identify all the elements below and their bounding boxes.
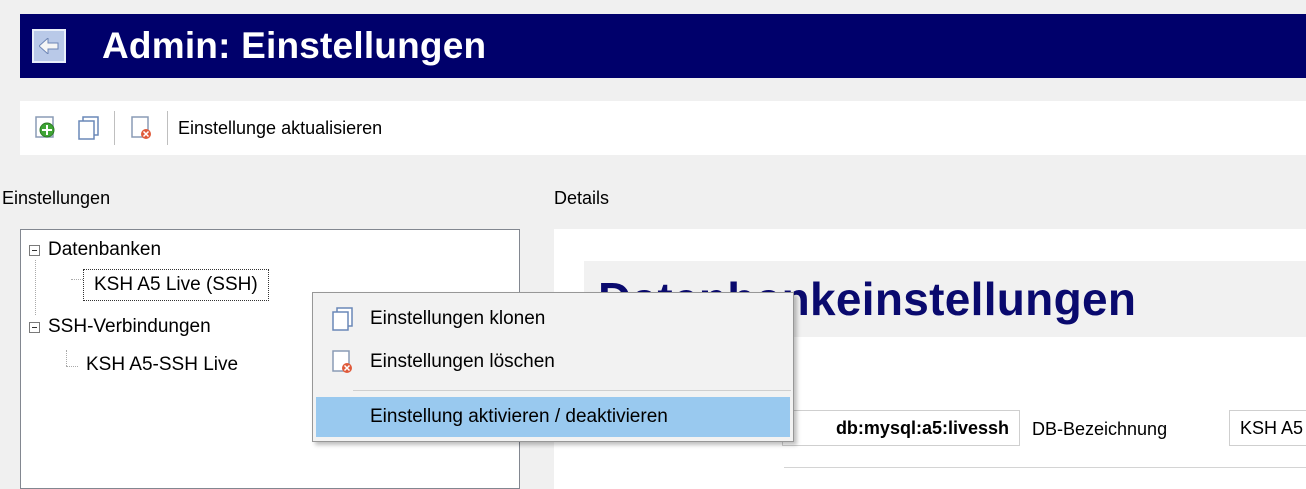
toolbar-separator xyxy=(114,111,115,145)
connection-id-field[interactable]: db:mysql:a5:livessh xyxy=(782,410,1020,446)
menu-item-label: Einstellungen löschen xyxy=(370,351,555,372)
tree-node-ksh-a5-ssh-live[interactable]: KSH A5-SSH Live xyxy=(86,352,238,378)
tree-connector xyxy=(35,260,36,315)
menu-separator xyxy=(353,390,791,391)
clone-icon xyxy=(328,304,358,334)
clone-icon xyxy=(78,116,99,140)
clone-button[interactable] xyxy=(74,113,104,143)
collapse-icon[interactable] xyxy=(29,321,40,333)
db-name-field[interactable]: KSH A5 xyxy=(1229,410,1306,446)
tree-connector xyxy=(66,350,67,366)
delete-icon xyxy=(131,116,151,139)
settings-section-label: Einstellungen xyxy=(2,188,111,208)
connection-id-value: db:mysql:a5:livessh xyxy=(835,417,1009,438)
details-section-label: Details xyxy=(554,188,610,208)
delete-button[interactable] xyxy=(127,113,157,143)
page-title: Admin: Einstellungen xyxy=(102,25,487,66)
tree-connector xyxy=(71,279,83,280)
tree-node-ksh-a5-live-ssh[interactable]: KSH A5 Live (SSH) xyxy=(83,269,269,301)
title-bar: Admin: Einstellungen xyxy=(20,14,1306,78)
context-menu: Einstellungen klonen Einstellungen lösch… xyxy=(312,292,794,442)
add-icon xyxy=(35,116,55,138)
divider xyxy=(784,467,1306,468)
toolbar: Einstellunge aktualisieren xyxy=(20,101,1306,155)
add-settings-button[interactable] xyxy=(32,113,62,143)
db-name-label: DB-Bezeichnung xyxy=(1032,419,1168,439)
tree-node-datenbanken[interactable]: Datenbanken xyxy=(29,237,161,263)
tree-node-label: KSH A5 Live (SSH) xyxy=(83,269,269,301)
delete-icon xyxy=(328,347,358,377)
tree-connector xyxy=(66,366,78,367)
tree-node-ssh-verbindungen[interactable]: SSH-Verbindungen xyxy=(29,314,211,340)
collapse-icon[interactable] xyxy=(29,244,40,256)
menu-item-label: Einstellung aktivieren / deaktivieren xyxy=(370,406,668,427)
tree-node-label: KSH A5-SSH Live xyxy=(86,354,239,375)
menu-item-label: Einstellungen klonen xyxy=(370,308,546,329)
tree-node-label: SSH-Verbindungen xyxy=(48,316,211,337)
back-arrow-icon[interactable] xyxy=(32,29,66,63)
tree-node-label: Datenbanken xyxy=(48,239,162,260)
toolbar-separator xyxy=(167,111,168,145)
menu-item-clone[interactable]: Einstellungen klonen xyxy=(316,299,790,339)
menu-item-delete[interactable]: Einstellungen löschen xyxy=(316,342,790,382)
menu-item-toggle-active[interactable]: Einstellung aktivieren / deaktivieren xyxy=(316,397,790,437)
refresh-settings-button[interactable]: Einstellunge aktualisieren xyxy=(178,118,382,139)
db-name-value: KSH A5 xyxy=(1240,417,1304,438)
